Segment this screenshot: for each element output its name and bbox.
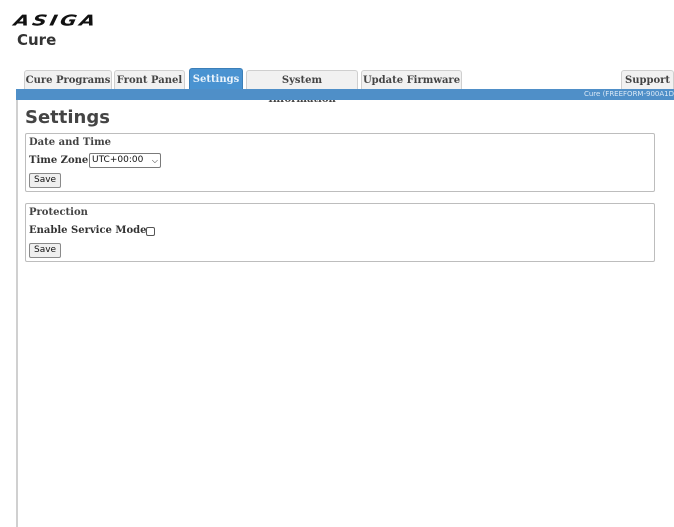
date-time-section: Date and Time Time Zone UTC+00:00 ⌵ Save [25, 133, 655, 192]
date-time-section-title: Date and Time [29, 137, 112, 148]
tab-front-panel[interactable]: Front Panel [114, 70, 185, 89]
page-title: Settings [25, 107, 110, 128]
settings-panel: Settings Date and Time Time Zone UTC+00:… [16, 100, 674, 527]
status-bar: Cure (FREEFORM-900A1D [16, 89, 674, 100]
tab-cure-programs[interactable]: Cure Programs [24, 70, 112, 89]
asiga-logo: ASIGA [12, 11, 101, 29]
app-title: Cure [17, 31, 57, 49]
time-zone-value: UTC+00:00 [92, 155, 144, 165]
time-zone-label: Time Zone [29, 155, 89, 166]
time-zone-select[interactable]: UTC+00:00 ⌵ [89, 153, 161, 168]
tab-settings[interactable]: Settings [189, 68, 243, 89]
tab-update-firmware[interactable]: Update Firmware [361, 70, 462, 89]
protection-save-button[interactable]: Save [29, 243, 62, 258]
service-mode-checkbox[interactable] [146, 227, 155, 236]
date-time-save-button[interactable]: Save [29, 173, 62, 188]
protection-section: Protection Enable Service Mode Save [25, 203, 655, 262]
device-name-label: Cure (FREEFORM-900A1D [583, 90, 674, 98]
service-mode-label: Enable Service Mode [29, 225, 147, 236]
chevron-down-icon: ⌵ [151, 156, 158, 165]
tab-system-information[interactable]: System Information [246, 70, 358, 105]
tab-support[interactable]: Support [621, 70, 674, 89]
protection-section-title: Protection [29, 207, 88, 218]
